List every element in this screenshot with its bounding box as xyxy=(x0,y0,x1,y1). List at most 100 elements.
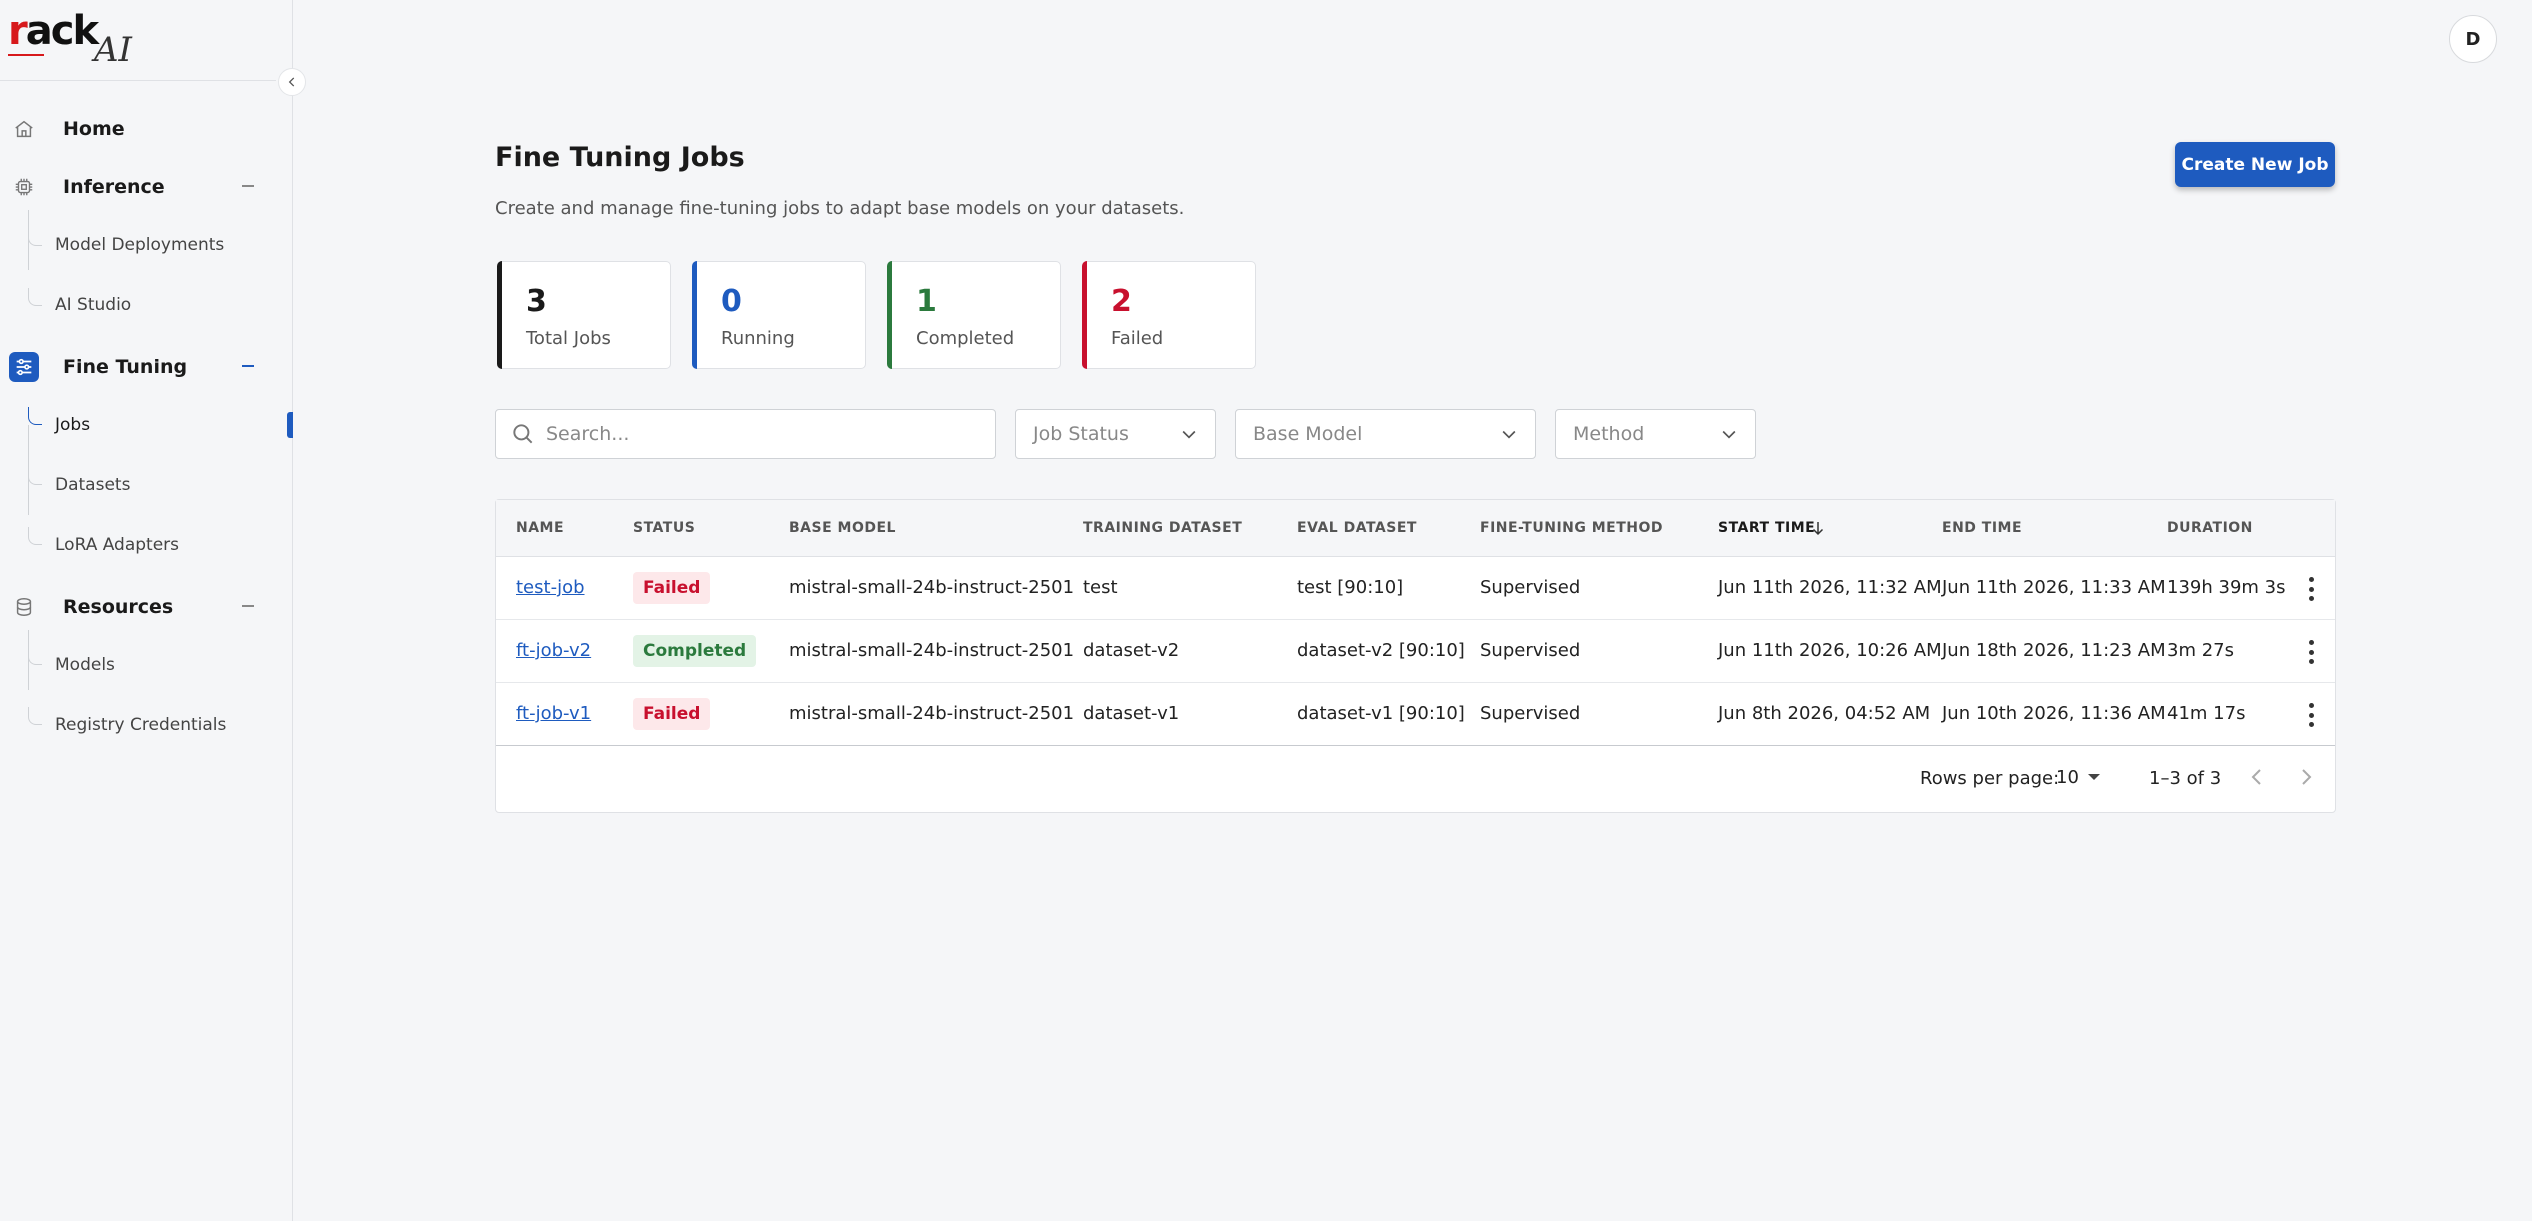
sidebar-item-ai-studio[interactable]: AI Studio xyxy=(55,287,131,323)
sidebar-item-lora-adapters[interactable]: LoRA Adapters xyxy=(55,527,179,563)
tree-elbow xyxy=(28,467,42,485)
stat-value: 1 xyxy=(916,284,937,319)
chevron-down-icon xyxy=(1182,430,1196,439)
training-dataset-cell: dataset-v2 xyxy=(1083,640,1180,661)
table-row[interactable]: ft-job-v2 Completed mistral-small-24b-in… xyxy=(496,620,2335,683)
start-time-cell: Jun 11th 2026, 11:32 AM xyxy=(1718,577,1942,598)
sidebar-item-model-deployments[interactable]: Model Deployments xyxy=(55,227,224,263)
sidebar-item-inference[interactable]: Inference xyxy=(0,167,254,207)
end-time-cell: Jun 18th 2026, 11:23 AM xyxy=(1942,640,2166,661)
avatar[interactable]: D xyxy=(2449,15,2497,63)
tree-elbow xyxy=(28,407,42,425)
home-icon xyxy=(9,114,39,144)
column-header-status[interactable]: STATUS xyxy=(633,520,695,536)
sidebar-item-models[interactable]: Models xyxy=(55,647,115,683)
column-header-method[interactable]: FINE-TUNING METHOD xyxy=(1480,520,1663,536)
stat-accent-bar xyxy=(887,261,892,369)
more-options-icon[interactable] xyxy=(2304,637,2318,667)
base-model-cell: mistral-small-24b-instruct-2501 xyxy=(789,703,1075,724)
search-field[interactable] xyxy=(495,409,996,459)
end-time-cell: Jun 10th 2026, 11:36 AM xyxy=(1942,703,2166,724)
create-new-job-button[interactable]: Create New Job xyxy=(2175,142,2335,187)
base-model-select[interactable]: Base Model xyxy=(1235,409,1536,459)
tree-elbow xyxy=(28,707,42,725)
start-time-cell: Jun 8th 2026, 04:52 AM xyxy=(1718,703,1931,724)
column-header-end-time[interactable]: END TIME xyxy=(1942,520,2022,536)
column-header-eval-dataset[interactable]: EVAL DATASET xyxy=(1297,520,1417,536)
column-header-name[interactable]: NAME xyxy=(516,520,564,536)
sidebar-item-datasets[interactable]: Datasets xyxy=(55,467,130,503)
sidebar-collapse-button[interactable] xyxy=(278,68,306,96)
eval-dataset-cell: dataset-v1 [90:10] xyxy=(1297,703,1465,724)
job-status-select[interactable]: Job Status xyxy=(1015,409,1216,459)
sidebar-item-jobs[interactable]: Jobs xyxy=(55,407,90,443)
start-time-cell: Jun 11th 2026, 10:26 AM xyxy=(1718,640,1942,661)
eval-dataset-cell: dataset-v2 [90:10] xyxy=(1297,640,1465,661)
tree-elbow xyxy=(28,527,42,545)
stat-label: Completed xyxy=(916,328,1015,349)
more-options-icon[interactable] xyxy=(2304,700,2318,730)
database-icon xyxy=(9,592,39,622)
sort-arrow-down-icon[interactable] xyxy=(1809,518,1827,538)
column-header-start-time[interactable]: START TIME xyxy=(1718,520,1815,536)
chevron-down-icon xyxy=(1722,430,1736,439)
caret-down-icon xyxy=(2087,774,2100,780)
collapse-minus-icon[interactable] xyxy=(242,365,254,367)
sliders-icon xyxy=(9,352,39,382)
sidebar-item-fine-tuning[interactable]: Fine Tuning xyxy=(0,347,254,387)
stat-label: Total Jobs xyxy=(526,328,611,349)
collapse-minus-icon[interactable] xyxy=(242,185,254,187)
stat-value: 3 xyxy=(526,284,547,319)
stat-card-failed: 2 Failed xyxy=(1082,261,1256,369)
stat-label: Failed xyxy=(1111,328,1164,349)
rows-per-page-select[interactable]: 10 xyxy=(2056,762,2106,792)
column-header-base-model[interactable]: BASE MODEL xyxy=(789,520,896,536)
method-cell: Supervised xyxy=(1480,703,1581,724)
stat-value: 0 xyxy=(721,284,742,319)
table-row[interactable]: ft-job-v1 Failed mistral-small-24b-instr… xyxy=(496,683,2335,746)
logo-ai-text: AI xyxy=(94,30,132,70)
base-model-cell: mistral-small-24b-instruct-2501 xyxy=(789,577,1075,598)
end-time-cell: Jun 11th 2026, 11:33 AM xyxy=(1942,577,2166,598)
column-header-training-dataset[interactable]: TRAINING DATASET xyxy=(1083,520,1242,536)
previous-page-icon[interactable] xyxy=(2245,765,2269,789)
base-model-cell: mistral-small-24b-instruct-2501 xyxy=(789,640,1075,661)
logo[interactable]: rack AI xyxy=(8,8,158,72)
sidebar-item-home[interactable]: Home xyxy=(0,109,125,149)
search-icon xyxy=(513,424,533,444)
pagination-range: 1–3 of 3 xyxy=(2149,768,2222,789)
select-placeholder: Job Status xyxy=(1033,423,1129,445)
stat-label: Running xyxy=(721,328,795,349)
chevron-down-icon xyxy=(1502,430,1516,439)
column-header-duration[interactable]: DURATION xyxy=(2167,520,2253,536)
duration-cell: 3m 27s xyxy=(2167,640,2234,661)
next-page-icon[interactable] xyxy=(2294,765,2318,789)
job-name-link[interactable]: ft-job-v1 xyxy=(516,703,591,724)
method-cell: Supervised xyxy=(1480,577,1581,598)
sidebar-item-label: Home xyxy=(63,118,125,140)
search-input[interactable] xyxy=(546,423,966,445)
method-cell: Supervised xyxy=(1480,640,1581,661)
more-options-icon[interactable] xyxy=(2304,574,2318,604)
sidebar-item-label: Resources xyxy=(63,596,174,618)
training-dataset-cell: dataset-v1 xyxy=(1083,703,1180,724)
table-row[interactable]: test-job Failed mistral-small-24b-instru… xyxy=(496,557,2335,620)
stat-card-total-jobs: 3 Total Jobs xyxy=(497,261,671,369)
table-header: NAME STATUS BASE MODEL TRAINING DATASET … xyxy=(496,500,2335,557)
logo-underline xyxy=(8,54,44,56)
job-name-link[interactable]: test-job xyxy=(516,577,585,598)
job-name-link[interactable]: ft-job-v2 xyxy=(516,640,591,661)
chevron-left-icon xyxy=(288,77,295,87)
method-select[interactable]: Method xyxy=(1555,409,1756,459)
stat-card-completed: 1 Completed xyxy=(887,261,1061,369)
duration-cell: 41m 17s xyxy=(2167,703,2246,724)
tree-elbow xyxy=(28,288,42,306)
training-dataset-cell: test xyxy=(1083,577,1118,598)
sidebar-item-registry-credentials[interactable]: Registry Credentials xyxy=(55,707,226,743)
sidebar-item-resources[interactable]: Resources xyxy=(0,587,254,627)
stat-accent-bar xyxy=(1082,261,1087,369)
collapse-minus-icon[interactable] xyxy=(242,605,254,607)
page-subtitle: Create and manage fine-tuning jobs to ad… xyxy=(495,198,1185,219)
logo-wordmark: rack xyxy=(8,8,99,54)
stat-card-running: 0 Running xyxy=(692,261,866,369)
